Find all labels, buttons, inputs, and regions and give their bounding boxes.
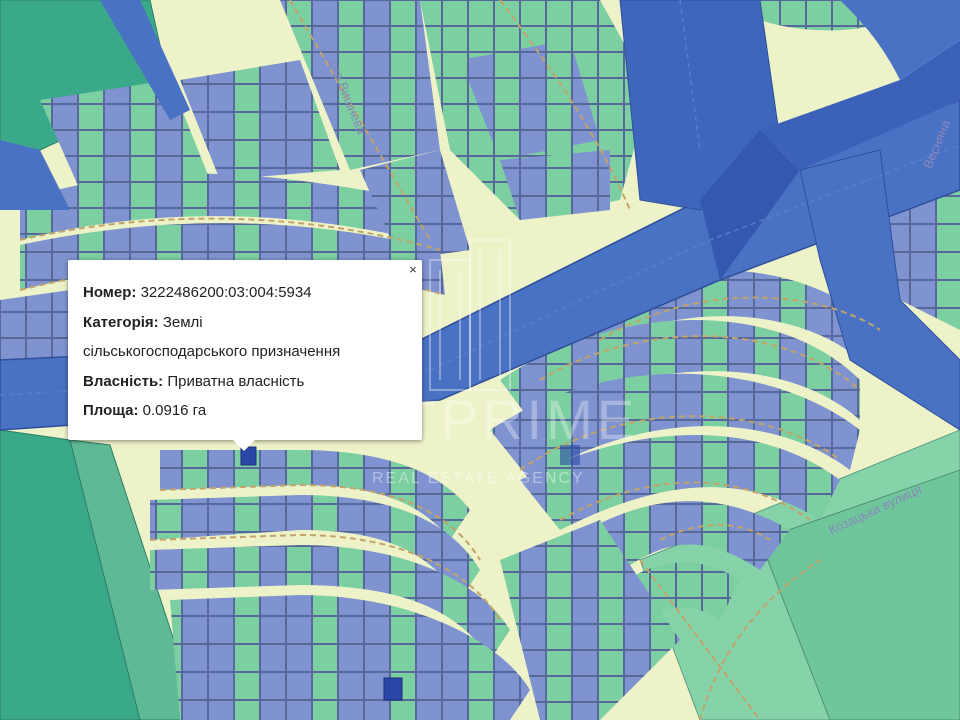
- close-icon[interactable]: ×: [407, 263, 419, 277]
- popup-row-category: Категорія: Землі: [83, 308, 408, 338]
- popup-row-ownership: Власність: Приватна власність: [83, 367, 408, 397]
- popup-label-category: Категорія:: [83, 313, 159, 331]
- popup-value-area: 0.0916 га: [142, 402, 207, 419]
- popup-value-ownership: Приватна власність: [167, 372, 305, 390]
- popup-row-area: Площа: 0.0916 га: [83, 396, 408, 426]
- watermark-subtitle: REAL ESTATE AGENCY: [372, 470, 585, 487]
- popup-value-category-cont: сільськогосподарського призначення: [83, 343, 341, 360]
- popup-label-number: Номер:: [83, 284, 137, 301]
- parcel-info-popup: × Номер: 3222486200:03:004:5934 Категорі…: [68, 260, 422, 440]
- popup-pointer: [233, 440, 255, 451]
- popup-label-ownership: Власність:: [83, 372, 164, 390]
- popup-row-number: Номер: 3222486200:03:004:5934: [83, 278, 408, 308]
- parcel-highlight-2: [383, 677, 403, 701]
- popup-row-category-cont: сільськогосподарського призначення: [83, 337, 408, 367]
- popup-value-number: 3222486200:03:004:5934: [140, 284, 312, 301]
- parcel-block-top-center-c: [500, 150, 610, 220]
- popup-value-category: Землі: [162, 313, 203, 331]
- cadastral-map[interactable]: ька Вишнева Козацька вулиця Весняна FLAT…: [0, 0, 960, 720]
- popup-label-area: Площа:: [83, 402, 139, 419]
